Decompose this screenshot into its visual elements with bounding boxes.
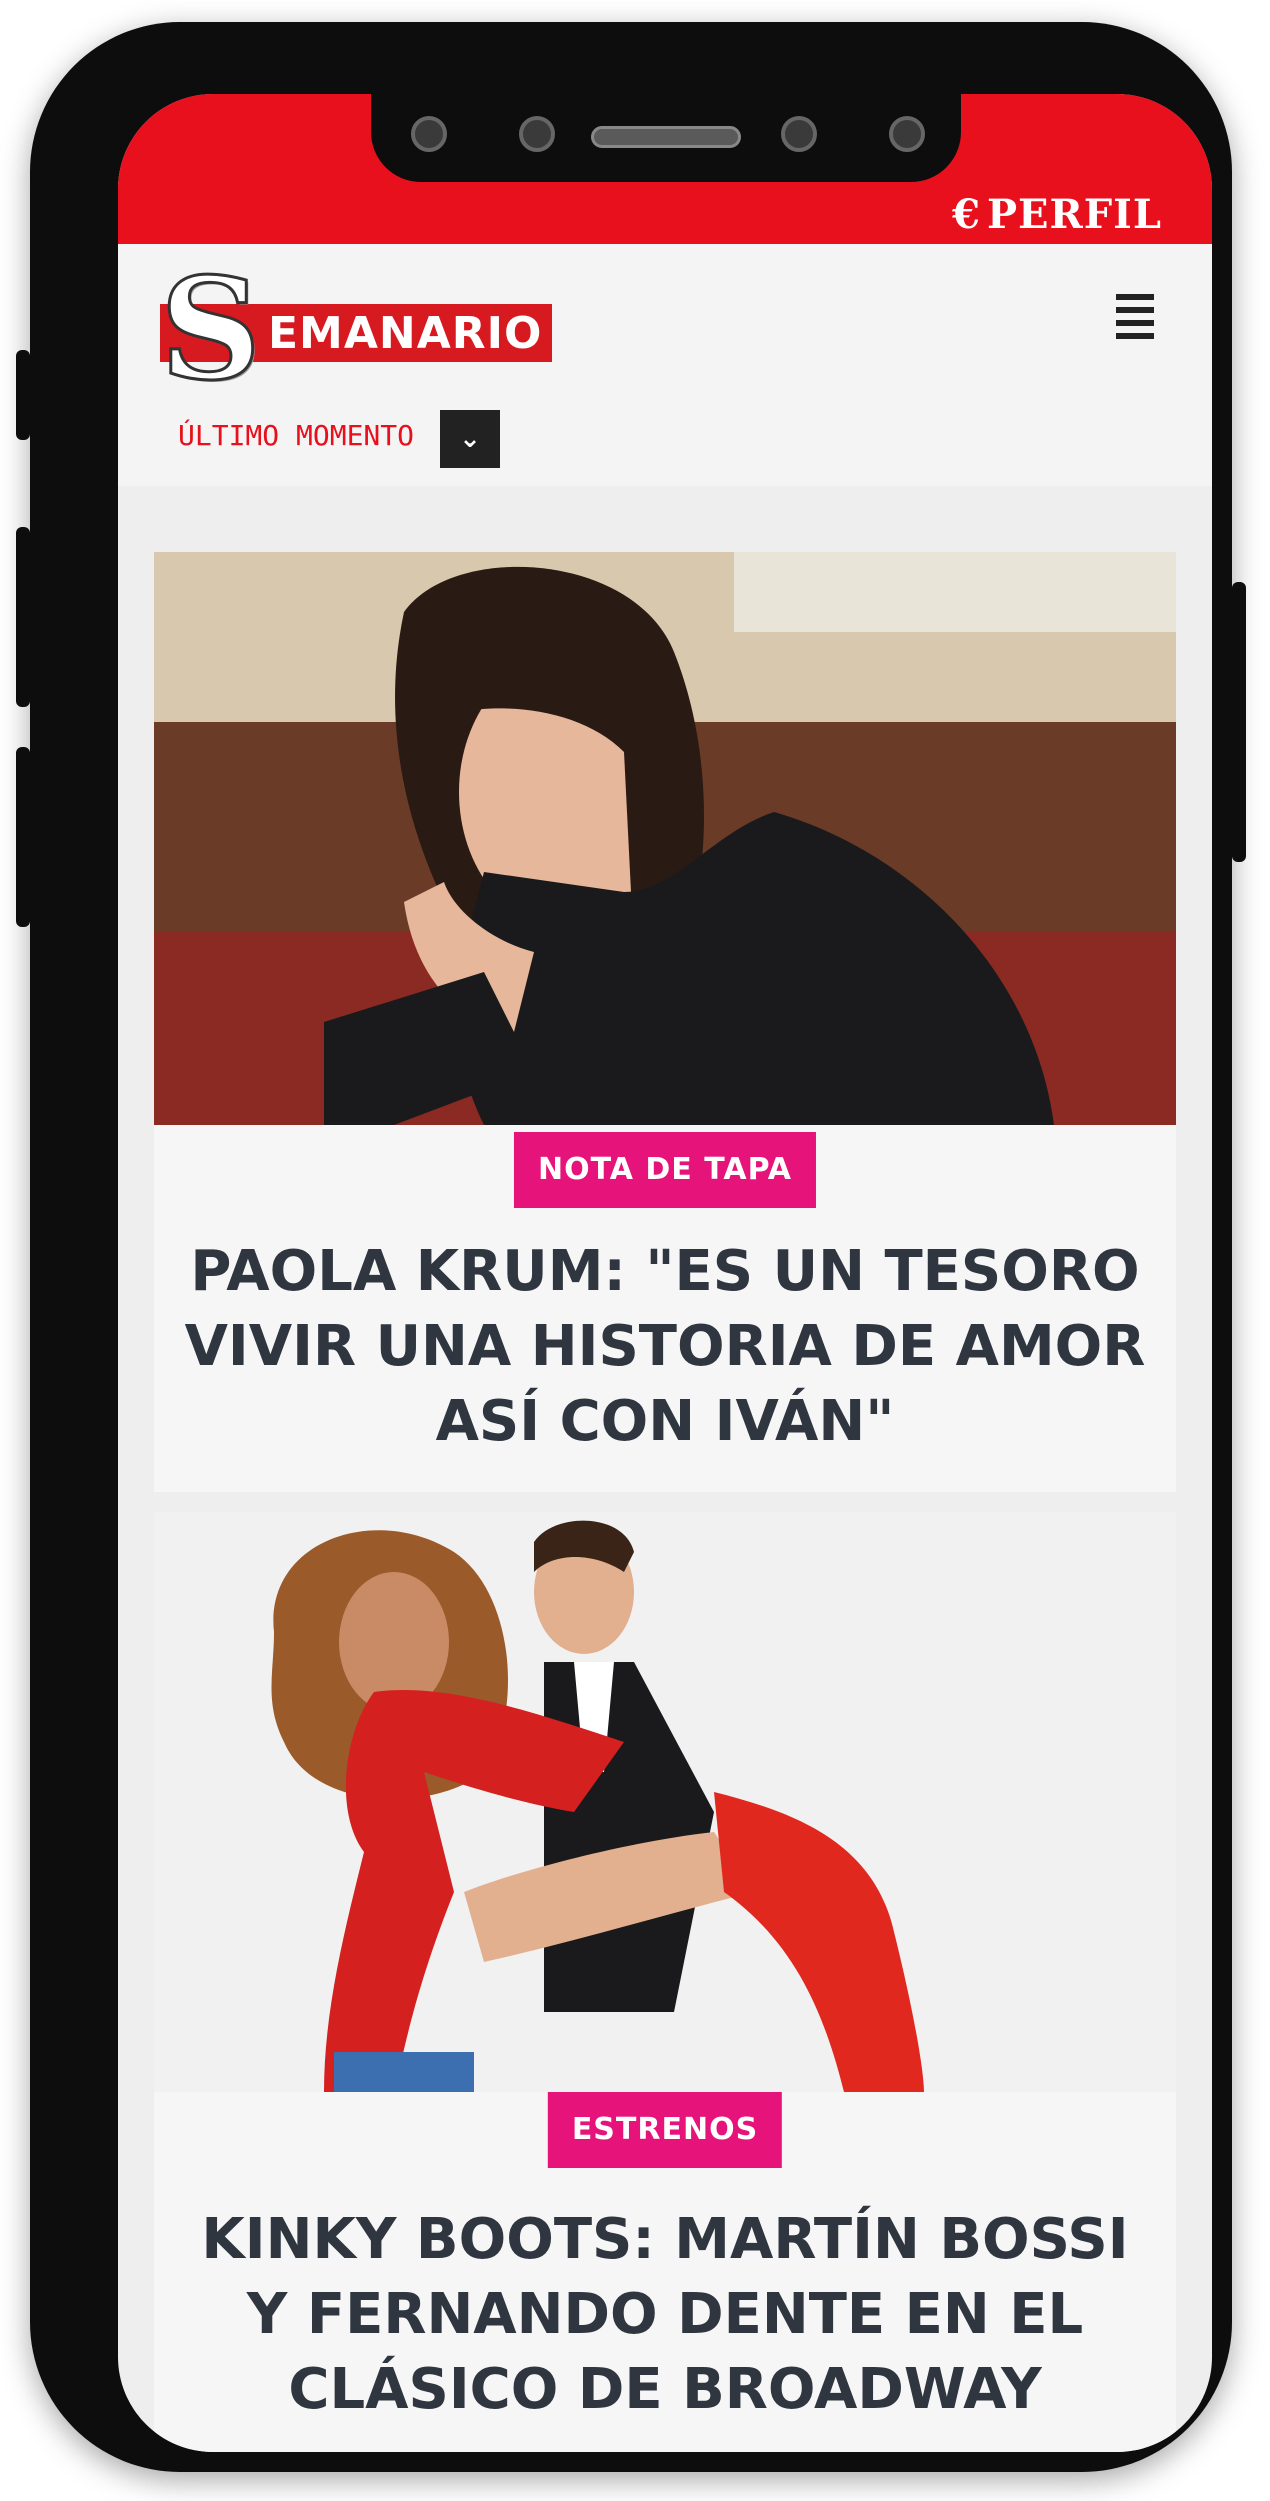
perfil-logo[interactable]: € PERFIL xyxy=(952,191,1162,238)
side-button xyxy=(16,527,30,707)
hamburger-menu-icon[interactable] xyxy=(1116,294,1154,339)
perfil-mark-icon: € xyxy=(952,191,981,238)
ultimo-momento-label[interactable]: ÚLTIMO MOMENTO xyxy=(178,419,414,452)
camera-icon xyxy=(781,116,817,152)
sensor-icon xyxy=(519,116,555,152)
screen: € PERFIL S EMANARIO ÚLTIMO MOMENTO ⌄ NOT… xyxy=(118,94,1212,2452)
logo-letter: S xyxy=(158,248,262,412)
category-tag[interactable]: NOTA DE TAPA xyxy=(513,1132,817,1208)
side-button xyxy=(16,747,30,927)
article-card[interactable]: ESTRENOS KINKY BOOTS: MARTÍN BOSSI Y FER… xyxy=(154,1512,1176,2452)
speaker-icon xyxy=(591,126,741,148)
side-button xyxy=(16,350,30,440)
perfil-top-bar: € PERFIL xyxy=(118,94,1212,244)
article-image[interactable] xyxy=(154,552,1176,1125)
chevron-down-icon[interactable]: ⌄ xyxy=(440,410,500,468)
phone-frame: € PERFIL S EMANARIO ÚLTIMO MOMENTO ⌄ NOT… xyxy=(16,22,1246,2472)
notch xyxy=(371,94,961,182)
sensor-icon xyxy=(889,116,925,152)
perfil-logo-text: PERFIL xyxy=(986,191,1162,238)
semanario-logo[interactable]: S EMANARIO xyxy=(158,259,580,402)
category-tag[interactable]: ESTRENOS xyxy=(547,2092,783,2168)
article-card[interactable]: NOTA DE TAPA PAOLA KRUM: "ES UN TESORO V… xyxy=(154,552,1176,1492)
article-headline[interactable]: KINKY BOOTS: MARTÍN BOSSI Y FERNANDO DEN… xyxy=(184,2202,1146,2427)
power-button xyxy=(1232,582,1246,862)
article-headline[interactable]: PAOLA KRUM: "ES UN TESORO VIVIR UNA HIST… xyxy=(184,1234,1146,1459)
ultimo-momento-bar: ÚLTIMO MOMENTO ⌄ xyxy=(118,404,1212,486)
article-image[interactable] xyxy=(154,1512,1176,2092)
camera-icon xyxy=(411,116,447,152)
logo-text: EMANARIO xyxy=(268,308,543,359)
site-header: S EMANARIO xyxy=(118,244,1212,404)
